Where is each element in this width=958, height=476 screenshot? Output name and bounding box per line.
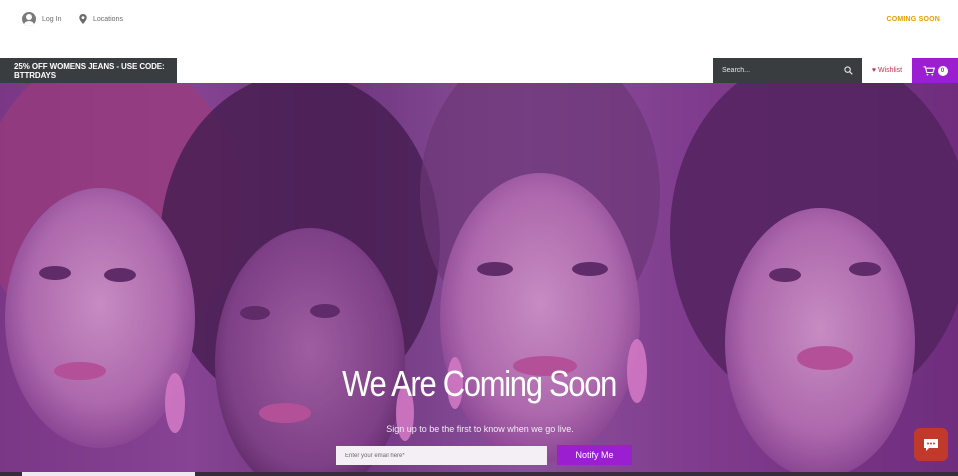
search-bar xyxy=(713,58,862,83)
cart-icon xyxy=(923,65,935,75)
login-link[interactable]: Log In xyxy=(22,12,61,26)
hero-section: We Are Coming Soon Sign up to be the fir… xyxy=(0,83,958,476)
wishlist-button[interactable]: ♥ Wishlist xyxy=(862,58,912,83)
login-label: Log In xyxy=(42,15,62,23)
notify-me-button[interactable]: Notify Me xyxy=(557,445,632,465)
cart-count-badge: 0 xyxy=(937,65,948,76)
email-field[interactable] xyxy=(336,446,547,465)
hero-title: We Are Coming Soon xyxy=(342,363,617,404)
footer-edge-light xyxy=(22,472,195,476)
chat-icon xyxy=(924,438,938,451)
hero-tint-overlay xyxy=(0,83,958,476)
top-bar: Log In Locations COMING SOON xyxy=(0,0,958,40)
location-pin-icon xyxy=(79,14,87,24)
wishlist-label: Wishlist xyxy=(878,67,903,74)
cart-button[interactable]: 0 xyxy=(912,58,958,83)
search-input[interactable] xyxy=(722,67,837,74)
locations-label: Locations xyxy=(93,15,123,23)
locations-link[interactable]: Locations xyxy=(79,14,123,24)
hero-subtitle: Sign up to be the first to know when we … xyxy=(386,424,574,434)
coming-soon-link[interactable]: COMING SOON xyxy=(886,16,940,23)
user-icon xyxy=(22,12,36,26)
promo-banner[interactable]: 25% OFF WOMENS JEANS - USE CODE: BTTRDAY… xyxy=(0,58,177,83)
search-icon[interactable] xyxy=(844,66,853,75)
heart-icon: ♥ xyxy=(871,67,877,74)
chat-button[interactable] xyxy=(914,428,948,461)
